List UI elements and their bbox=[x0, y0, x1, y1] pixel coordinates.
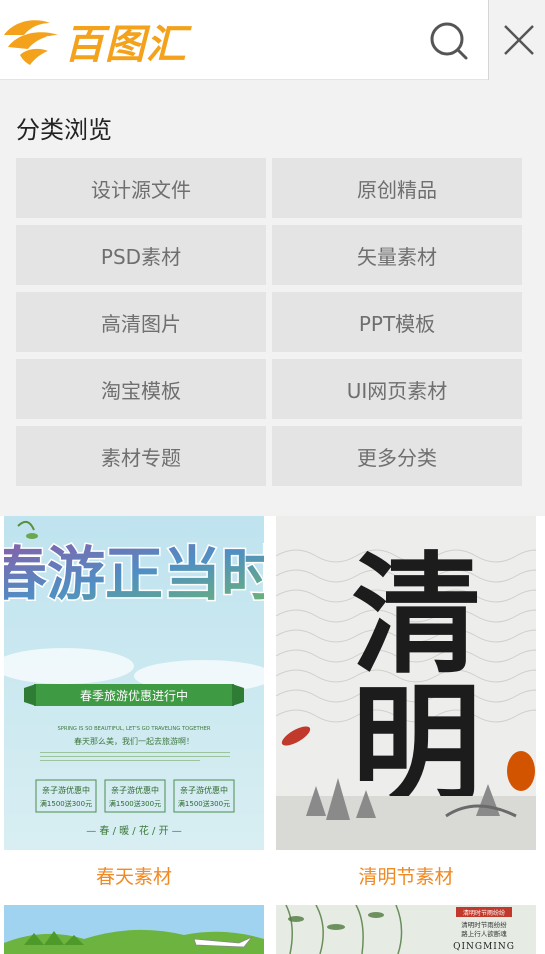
next-right-en: QINGMING bbox=[453, 942, 515, 952]
poster-banner: 春季旅游优惠进行中 bbox=[80, 688, 188, 703]
close-button[interactable] bbox=[503, 20, 535, 60]
poster-title-qingming: 清明 bbox=[330, 546, 483, 806]
poster-tagline-cn: 春天那么美，我们一起去旅游啊！ bbox=[74, 736, 194, 746]
card-qingming[interactable]: 清明 清明节素材 bbox=[276, 516, 536, 889]
category-panel: 分类浏览 设计源文件 原创精品 PSD素材 矢量素材 高清图片 PPT模板 淘宝… bbox=[0, 80, 545, 516]
coupon-3: 亲子游优惠中 bbox=[180, 785, 228, 795]
panel-title: 分类浏览 bbox=[16, 116, 112, 144]
category-ppt[interactable]: PPT模板 bbox=[272, 292, 522, 352]
category-more[interactable]: 更多分类 bbox=[272, 426, 522, 486]
category-hd-images[interactable]: 高清图片 bbox=[16, 292, 266, 352]
card-image-qingming[interactable]: 清明 bbox=[276, 516, 536, 850]
close-area bbox=[488, 0, 545, 80]
content-grid: 春游正当时 春季旅游优惠进行中 SPRING IS SO BEAUTIFUL, … bbox=[0, 516, 545, 954]
close-icon bbox=[504, 25, 534, 55]
search-icon bbox=[430, 22, 468, 60]
category-taobao[interactable]: 淘宝模板 bbox=[16, 359, 266, 419]
site-logo[interactable]: 百图汇 bbox=[0, 14, 187, 68]
top-header: 百图汇 bbox=[0, 0, 545, 80]
card-label-spring[interactable]: 春天素材 bbox=[4, 862, 264, 889]
category-vector[interactable]: 矢量素材 bbox=[272, 225, 522, 285]
card-image-next-left[interactable] bbox=[4, 905, 264, 954]
category-ui-web[interactable]: UI网页素材 bbox=[272, 359, 522, 419]
category-design-source[interactable]: 设计源文件 bbox=[16, 158, 266, 218]
category-original[interactable]: 原创精品 bbox=[272, 158, 522, 218]
category-psd[interactable]: PSD素材 bbox=[16, 225, 266, 285]
next-right-line1: 清明时节雨纷纷 bbox=[461, 920, 507, 929]
poster-title-spring: 春游正当时 bbox=[4, 540, 264, 608]
category-topics[interactable]: 素材专题 bbox=[16, 426, 266, 486]
coupon-sub-3: 满1500送300元 bbox=[178, 799, 230, 808]
next-right-line2: 路上行人欲断魂 bbox=[461, 929, 507, 938]
coupon-1: 亲子游优惠中 bbox=[42, 785, 90, 795]
poster-footer: — 春 / 暖 / 花 / 开 — bbox=[86, 824, 182, 837]
coupon-sub-1: 满1500送300元 bbox=[40, 799, 92, 808]
card-image-spring[interactable]: 春游正当时 春季旅游优惠进行中 SPRING IS SO BEAUTIFUL, … bbox=[4, 516, 264, 850]
card-spring[interactable]: 春游正当时 春季旅游优惠进行中 SPRING IS SO BEAUTIFUL, … bbox=[4, 516, 264, 889]
poster-tagline-en: SPRING IS SO BEAUTIFUL, LET'S GO TRAVELI… bbox=[58, 726, 211, 732]
card-label-qingming[interactable]: 清明节素材 bbox=[276, 862, 536, 889]
card-image-next-right[interactable]: 清明时节雨纷纷 清明时节雨纷纷 路上行人欲断魂 QINGMING bbox=[276, 905, 536, 954]
category-grid: 设计源文件 原创精品 PSD素材 矢量素材 高清图片 PPT模板 淘宝模板 UI… bbox=[16, 158, 522, 486]
search-button[interactable] bbox=[426, 18, 472, 64]
coupon-2: 亲子游优惠中 bbox=[111, 785, 159, 795]
logo-text: 百图汇 bbox=[64, 22, 187, 68]
next-right-tag: 清明时节雨纷纷 bbox=[463, 909, 505, 917]
logo-icon bbox=[4, 20, 58, 65]
coupon-sub-2: 满1500送300元 bbox=[109, 799, 161, 808]
